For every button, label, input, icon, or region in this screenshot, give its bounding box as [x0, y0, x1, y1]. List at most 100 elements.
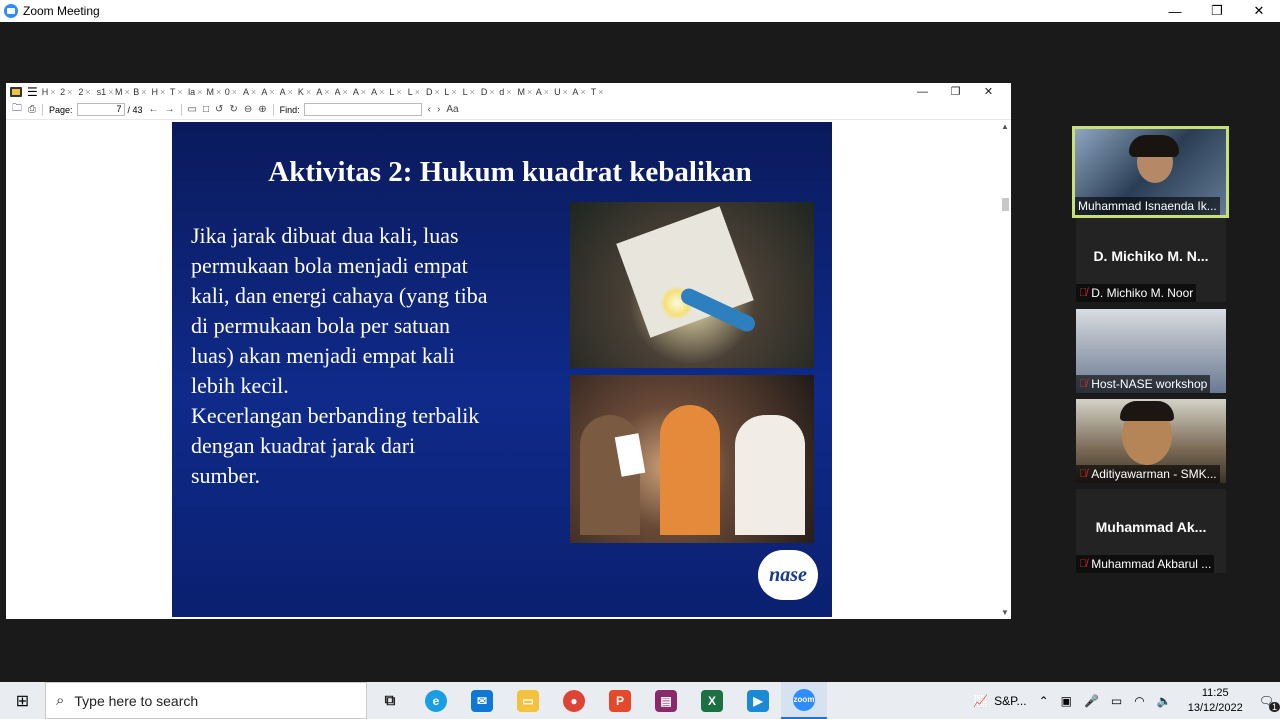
pdf-tab[interactable]: 2 ×	[60, 87, 78, 97]
tab-close-icon[interactable]: ×	[108, 87, 113, 97]
pdf-tab[interactable]: U ×	[554, 87, 572, 97]
pdf-tab[interactable]: A ×	[243, 87, 261, 97]
tab-close-icon[interactable]: ×	[598, 87, 603, 97]
tab-close-icon[interactable]: ×	[506, 87, 511, 97]
page-number-input[interactable]: 7	[76, 103, 125, 116]
pdf-tab[interactable]: la ×	[188, 87, 206, 97]
fit-page-icon[interactable]: □	[203, 104, 209, 115]
tab-close-icon[interactable]: ×	[216, 87, 221, 97]
restore-button[interactable]: ❐	[1196, 0, 1238, 22]
pdf-tab[interactable]: T ×	[591, 87, 609, 97]
minimize-button[interactable]: —	[1154, 0, 1196, 22]
show-hidden-icons[interactable]: ⌃	[1039, 694, 1049, 708]
pdf-tab[interactable]: D ×	[426, 87, 444, 97]
winrar-icon[interactable]: ▤	[643, 682, 689, 719]
participant-tile-isnaenda[interactable]: Muhammad Isnaenda Ik...	[1072, 126, 1229, 218]
pdf-tab[interactable]: A ×	[261, 87, 279, 97]
zoom-out-icon[interactable]: ⊖	[244, 104, 252, 115]
task-view-icon[interactable]: ⧉	[367, 682, 413, 719]
close-button[interactable]: ✕	[1238, 0, 1280, 22]
tab-close-icon[interactable]: ×	[470, 87, 475, 97]
tab-close-icon[interactable]: ×	[251, 87, 256, 97]
participant-tile-aditiyawarman[interactable]: 🎙̸ Aditiyawarman - SMK...	[1076, 399, 1226, 483]
open-folder-icon[interactable]: 🗀	[12, 101, 22, 118]
tab-close-icon[interactable]: ×	[50, 87, 55, 97]
pdf-tab[interactable]: A ×	[353, 87, 371, 97]
find-prev-icon[interactable]: ‹	[428, 104, 431, 115]
pdf-tab[interactable]: T ×	[170, 87, 188, 97]
tab-close-icon[interactable]: ×	[67, 87, 72, 97]
pdf-tab[interactable]: M ×	[517, 87, 535, 97]
stock-widget-label[interactable]: S&P...	[994, 694, 1026, 708]
menu-icon[interactable]: ☰	[27, 85, 38, 99]
tab-close-icon[interactable]: ×	[141, 87, 146, 97]
print-icon[interactable]: ⎙	[28, 104, 36, 115]
pdf-minimize-button[interactable]: —	[906, 86, 939, 98]
fit-width-icon[interactable]: ▭	[188, 104, 197, 115]
participant-tile-michiko[interactable]: D. Michiko M. N... 🎙̸ D. Michiko M. Noor	[1076, 218, 1226, 302]
pdf-tab[interactable]: A ×	[371, 87, 389, 97]
tab-close-icon[interactable]: ×	[435, 87, 440, 97]
tab-close-icon[interactable]: ×	[544, 87, 549, 97]
tab-close-icon[interactable]: ×	[415, 87, 420, 97]
pdf-tab[interactable]: K ×	[298, 87, 316, 97]
tab-close-icon[interactable]: ×	[177, 87, 182, 97]
stock-widget-icon[interactable]: 📈	[973, 694, 988, 708]
pdf-tab[interactable]: L ×	[389, 87, 407, 97]
zoom-in-icon[interactable]: ⊕	[258, 104, 266, 115]
pdf-tab[interactable]: A ×	[335, 87, 353, 97]
next-page-icon[interactable]: →	[165, 104, 175, 115]
find-next-icon[interactable]: ›	[437, 104, 440, 115]
pdf-scrollbar[interactable]: ▲ ▼	[999, 120, 1011, 619]
file-explorer-icon[interactable]: ▭	[505, 682, 551, 719]
pdf-tab[interactable]: 0 ×	[225, 87, 243, 97]
tab-close-icon[interactable]: ×	[306, 87, 311, 97]
pdf-tab[interactable]: A ×	[536, 87, 554, 97]
pdf-close-button[interactable]: ✕	[972, 85, 1005, 98]
tab-close-icon[interactable]: ×	[343, 87, 348, 97]
notification-center-icon[interactable]: 🗨 1	[1259, 694, 1280, 712]
edge-icon[interactable]: e	[413, 682, 459, 719]
tab-close-icon[interactable]: ×	[563, 87, 568, 97]
pdf-tab[interactable]: A ×	[316, 87, 334, 97]
pdf-restore-button[interactable]: ❐	[939, 85, 972, 98]
pdf-tab[interactable]: d ×	[499, 87, 517, 97]
pdf-tab[interactable]: M ×	[115, 87, 133, 97]
tab-close-icon[interactable]: ×	[288, 87, 293, 97]
taskbar-clock[interactable]: 11:25 13/12/2022	[1188, 686, 1243, 716]
shared-screen-pdf-viewer[interactable]: ☰ H × 2 × 2 × s1 × M × B × H × T × la × M × 0 × A × A × A × K × A × A × A ×…	[6, 83, 1011, 619]
rotate-left-icon[interactable]: ↺	[215, 104, 223, 115]
pdf-tab[interactable]: H ×	[152, 87, 170, 97]
media-player-icon[interactable]: ▶	[735, 682, 781, 719]
tab-close-icon[interactable]: ×	[197, 87, 202, 97]
windows-start-icon[interactable]: ⊞	[0, 682, 45, 719]
pdf-tab[interactable]: 2 ×	[78, 87, 96, 97]
tab-close-icon[interactable]: ×	[379, 87, 384, 97]
mail-icon[interactable]: ✉	[459, 682, 505, 719]
chrome-icon[interactable]: ●	[551, 682, 597, 719]
tab-close-icon[interactable]: ×	[527, 87, 532, 97]
pdf-tab[interactable]: L ×	[408, 87, 426, 97]
prev-page-icon[interactable]: ←	[149, 104, 159, 115]
taskbar-search[interactable]: ⌕ Type here to search	[45, 682, 367, 719]
pdf-tab[interactable]: D ×	[481, 87, 499, 97]
scroll-up-icon[interactable]: ▲	[1001, 122, 1009, 131]
tab-close-icon[interactable]: ×	[324, 87, 329, 97]
tab-close-icon[interactable]: ×	[232, 87, 237, 97]
excel-icon[interactable]: X	[689, 682, 735, 719]
pdf-tab[interactable]: M ×	[206, 87, 224, 97]
pdf-tab[interactable]: B ×	[133, 87, 151, 97]
tab-close-icon[interactable]: ×	[269, 87, 274, 97]
scroll-thumb[interactable]	[1002, 198, 1009, 211]
participant-tile-akbarul[interactable]: Muhammad Ak... 🎙̸ Muhammad Akbarul ...	[1076, 489, 1226, 573]
pdf-reader-icon[interactable]: P	[597, 682, 643, 719]
microphone-icon[interactable]: 🎤	[1084, 694, 1099, 708]
wifi-icon[interactable]: ◠	[1134, 694, 1144, 708]
scroll-down-icon[interactable]: ▼	[1001, 608, 1009, 617]
tab-close-icon[interactable]: ×	[396, 87, 401, 97]
match-case-toggle[interactable]: Aa	[446, 104, 458, 115]
pdf-tab[interactable]: L ×	[444, 87, 462, 97]
volume-icon[interactable]: 🔈	[1157, 694, 1172, 708]
pdf-tab[interactable]: H ×	[42, 87, 60, 97]
tab-close-icon[interactable]: ×	[489, 87, 494, 97]
